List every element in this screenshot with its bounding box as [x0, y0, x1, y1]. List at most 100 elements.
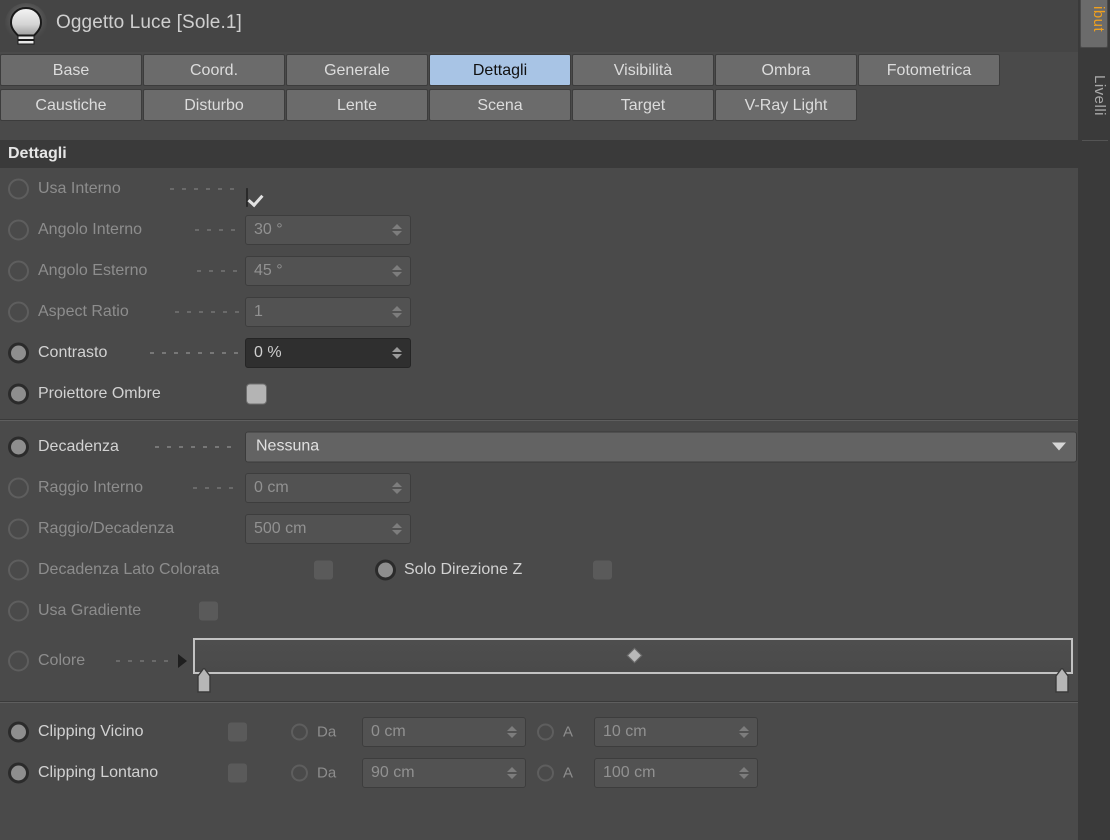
- label-contrasto: Contrasto: [38, 343, 108, 361]
- expand-triangle-icon[interactable]: [178, 654, 187, 668]
- tab-caustiche[interactable]: Caustiche: [0, 89, 142, 121]
- tab-disturbo[interactable]: Disturbo: [143, 89, 285, 121]
- tab-ombra[interactable]: Ombra: [715, 54, 857, 86]
- tab-dettagli[interactable]: Dettagli: [429, 54, 571, 86]
- tab-bar: Base Coord. Generale Dettagli Visibilità…: [0, 54, 1078, 124]
- checkbox-clipping-vicino[interactable]: [227, 721, 248, 742]
- panel-bottom-filler: [0, 793, 1078, 840]
- row-raggio-interno: Raggio Interno 0 cm: [0, 467, 1078, 508]
- animation-dot-clipping-vicino-a[interactable]: [537, 723, 554, 740]
- checkbox-usa-gradiente[interactable]: [198, 600, 219, 621]
- dock-tab-attributi[interactable]: ibut: [1080, 0, 1108, 48]
- input-raggio-decadenza[interactable]: 500 cm: [245, 513, 411, 544]
- input-clipping-vicino-da[interactable]: 0 cm: [362, 716, 526, 747]
- input-clipping-lontano-da[interactable]: 90 cm: [362, 757, 526, 788]
- gradient-handle-left[interactable]: [197, 666, 211, 693]
- animation-dot-proiettore-ombre[interactable]: [8, 383, 29, 404]
- value-angolo-esterno: 45 °: [254, 261, 283, 279]
- checkbox-solo-direzione-z[interactable]: [592, 559, 613, 580]
- animation-dot-decadenza-lato-colorata[interactable]: [8, 559, 29, 580]
- tab-coord[interactable]: Coord.: [143, 54, 285, 86]
- stepper-angolo-esterno[interactable]: [389, 264, 405, 277]
- dropdown-decadenza[interactable]: Nessuna: [245, 431, 1077, 462]
- light-object-properties-panel: Oggetto Luce [Sole.1] Base Coord. Genera…: [0, 0, 1110, 840]
- gradient-editor[interactable]: [193, 638, 1073, 696]
- label-raggio-interno: Raggio Interno: [38, 478, 143, 496]
- leader-dots-raggio-interno: [193, 486, 239, 489]
- input-clipping-vicino-a[interactable]: 10 cm: [594, 716, 758, 747]
- label-colore: Colore: [38, 652, 86, 669]
- stepper-contrasto[interactable]: [389, 346, 405, 359]
- animation-dot-angolo-interno[interactable]: [8, 219, 29, 240]
- row-angolo-interno: Angolo Interno 30 °: [0, 209, 1078, 250]
- animation-dot-clipping-lontano[interactable]: [8, 762, 29, 783]
- section-header-dettagli: Dettagli: [0, 140, 1078, 168]
- input-raggio-interno[interactable]: 0 cm: [245, 472, 411, 503]
- checkbox-usa-interno[interactable]: [246, 187, 248, 207]
- gradient-handle-right[interactable]: [1055, 666, 1069, 693]
- label-angolo-esterno: Angolo Esterno: [38, 261, 148, 279]
- tab-vray-light[interactable]: V-Ray Light: [715, 89, 857, 121]
- stepper-raggio-decadenza[interactable]: [389, 522, 405, 535]
- stepper-angolo-interno[interactable]: [389, 223, 405, 236]
- animation-dot-usa-interno[interactable]: [8, 178, 29, 199]
- tab-base[interactable]: Base: [0, 54, 142, 86]
- tab-row-2: Caustiche Disturbo Lente Scena Target V-…: [0, 89, 1078, 123]
- light-bulb-icon: [4, 3, 48, 49]
- dock-tab-livelli[interactable]: Livelli: [1080, 56, 1108, 130]
- animation-dot-clipping-vicino[interactable]: [8, 721, 29, 742]
- animation-dot-colore[interactable]: [8, 650, 29, 672]
- animation-dot-solo-direzione-z[interactable]: [375, 559, 396, 580]
- stepper-raggio-interno[interactable]: [389, 481, 405, 494]
- stepper-aspect-ratio[interactable]: [389, 305, 405, 318]
- stepper-clipping-lontano-da[interactable]: [504, 766, 520, 779]
- checkbox-clipping-lontano[interactable]: [227, 762, 248, 783]
- row-clipping-lontano: Clipping Lontano Da 90 cm A 100 cm: [0, 752, 1078, 793]
- animation-dot-decadenza[interactable]: [8, 436, 29, 457]
- tab-generale[interactable]: Generale: [286, 54, 428, 86]
- animation-dot-clipping-lontano-a[interactable]: [537, 764, 554, 781]
- value-raggio-interno: 0 cm: [254, 478, 289, 496]
- label-clipping-lontano: Clipping Lontano: [38, 763, 159, 781]
- animation-dot-clipping-lontano-da[interactable]: [291, 764, 308, 781]
- label-clipping-lontano-da: Da: [317, 764, 337, 781]
- input-angolo-interno[interactable]: 30 °: [245, 214, 411, 245]
- animation-dot-aspect-ratio[interactable]: [8, 301, 29, 322]
- label-solo-direzione-z: Solo Direzione Z: [404, 560, 523, 578]
- animation-dot-clipping-vicino-da[interactable]: [291, 723, 308, 740]
- label-aspect-ratio: Aspect Ratio: [38, 302, 129, 320]
- checkbox-decadenza-lato-colorata[interactable]: [313, 559, 334, 580]
- leader-dots-usa-interno: [170, 187, 240, 190]
- value-angolo-interno: 30 °: [254, 220, 283, 238]
- label-angolo-interno: Angolo Interno: [38, 220, 143, 238]
- input-contrasto[interactable]: 0 %: [245, 337, 411, 368]
- input-clipping-lontano-a[interactable]: 100 cm: [594, 757, 758, 788]
- animation-dot-usa-gradiente[interactable]: [8, 600, 29, 621]
- tab-fotometrica[interactable]: Fotometrica: [858, 54, 1000, 86]
- animation-dot-raggio-interno[interactable]: [8, 477, 29, 498]
- checkbox-proiettore-ombre[interactable]: [246, 383, 267, 404]
- value-clipping-lontano-a: 100 cm: [603, 763, 656, 781]
- animation-dot-angolo-esterno[interactable]: [8, 260, 29, 281]
- animation-dot-raggio-decadenza[interactable]: [8, 518, 29, 539]
- animation-dot-contrasto[interactable]: [8, 342, 29, 363]
- label-decadenza: Decadenza: [38, 437, 119, 455]
- tab-lente[interactable]: Lente: [286, 89, 428, 121]
- stepper-clipping-vicino-da[interactable]: [504, 725, 520, 738]
- row-colore-gradiente: Colore: [0, 631, 1078, 697]
- tab-row-1: Base Coord. Generale Dettagli Visibilità…: [0, 54, 1078, 88]
- value-decadenza: Nessuna: [256, 437, 320, 455]
- value-clipping-vicino-da: 0 cm: [371, 722, 406, 740]
- tab-scena[interactable]: Scena: [429, 89, 571, 121]
- tab-target[interactable]: Target: [572, 89, 714, 121]
- input-angolo-esterno[interactable]: 45 °: [245, 255, 411, 286]
- tab-visibilita[interactable]: Visibilità: [572, 54, 714, 86]
- divider-2: [0, 701, 1078, 703]
- value-clipping-vicino-a: 10 cm: [603, 722, 647, 740]
- row-usa-gradiente: Usa Gradiente: [0, 590, 1078, 631]
- divider-1: [0, 419, 1078, 421]
- stepper-clipping-vicino-a[interactable]: [736, 725, 752, 738]
- stepper-clipping-lontano-a[interactable]: [736, 766, 752, 779]
- input-aspect-ratio[interactable]: 1: [245, 296, 411, 327]
- label-usa-interno: Usa Interno: [38, 179, 121, 197]
